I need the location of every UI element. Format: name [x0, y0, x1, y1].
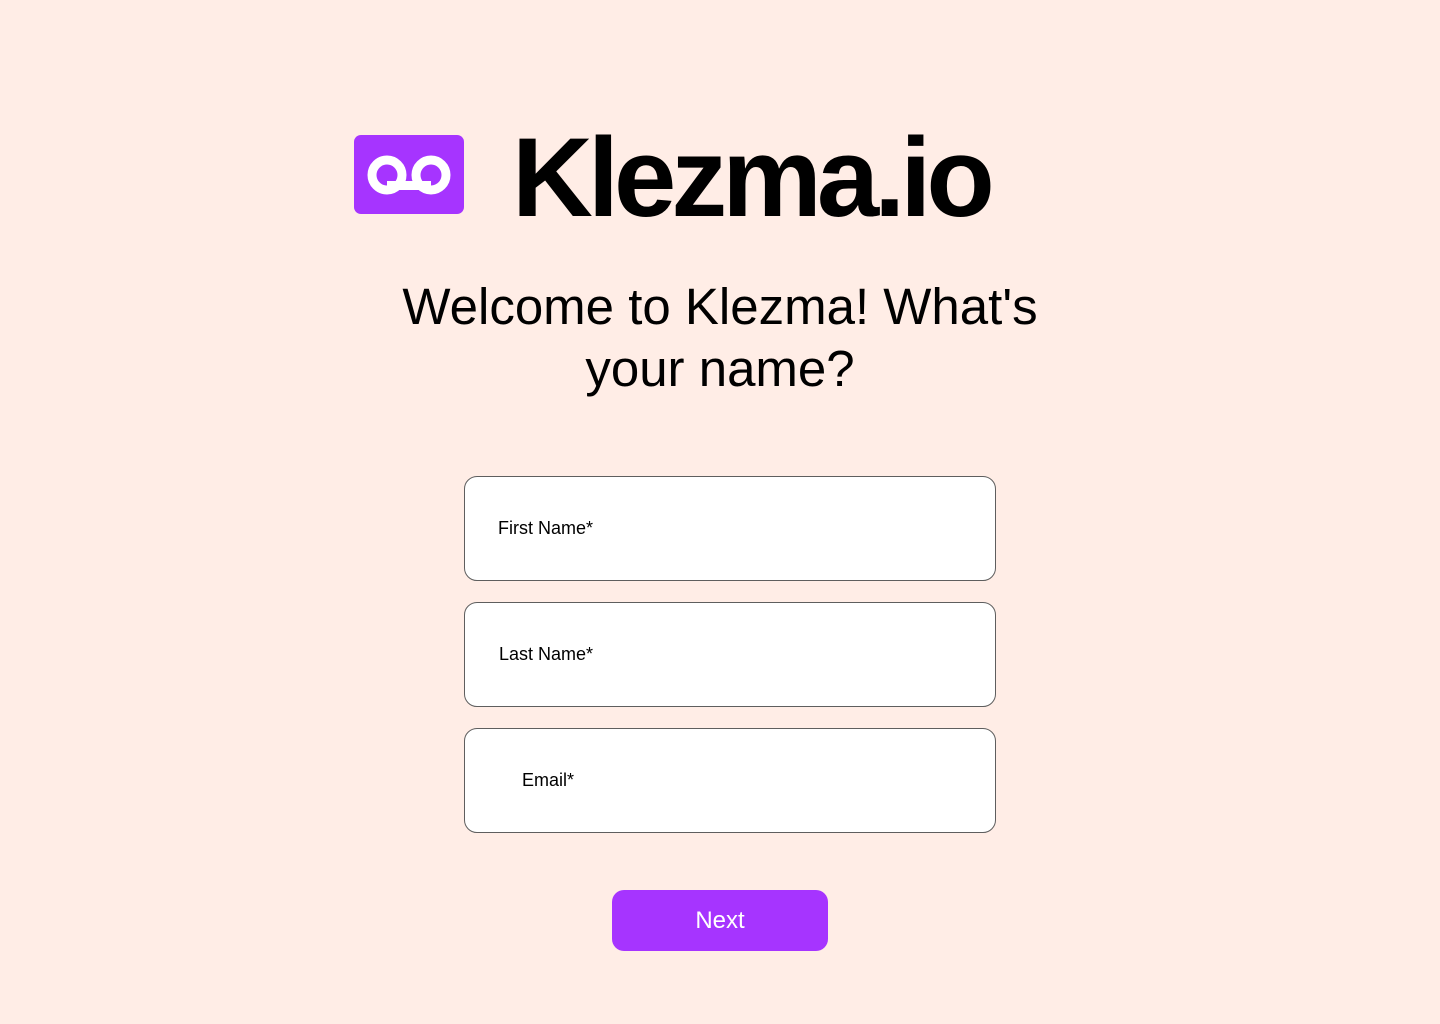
email-field-container [464, 728, 996, 833]
next-button[interactable]: Next [612, 890, 828, 951]
email-input[interactable] [465, 729, 995, 832]
last-name-field-container [464, 602, 996, 707]
logo-icon [354, 135, 464, 214]
voicemail-icon [367, 155, 451, 194]
last-name-input[interactable] [465, 603, 995, 706]
first-name-field-container [464, 476, 996, 581]
brand-name: Klezma.io [512, 115, 995, 240]
page-title: Welcome to Klezma! What's your name? [402, 278, 1038, 397]
first-name-input[interactable] [465, 477, 995, 580]
